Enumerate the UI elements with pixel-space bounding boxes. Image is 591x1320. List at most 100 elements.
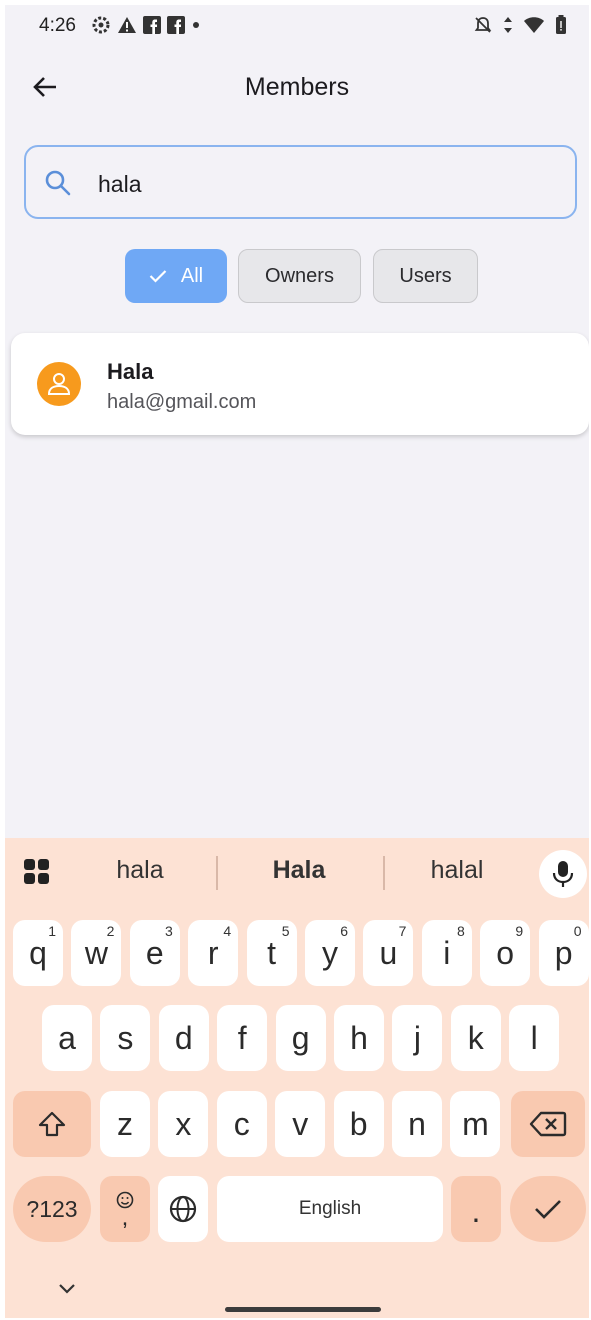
key-n[interactable]: n (392, 1091, 442, 1157)
emoji-comma-key[interactable]: , (100, 1176, 150, 1242)
symbols-key[interactable]: ?123 (13, 1176, 91, 1242)
person-icon (47, 373, 71, 395)
key-s[interactable]: s (100, 1005, 151, 1071)
key-l[interactable]: l (509, 1005, 560, 1071)
space-key[interactable]: English (217, 1176, 443, 1242)
key-o[interactable]: o9 (480, 920, 531, 986)
status-time: 4:26 (39, 15, 76, 36)
page-title: Members (244, 73, 350, 101)
key-c[interactable]: c (216, 1091, 267, 1157)
wifi-icon (524, 17, 544, 33)
key-hint-number: 8 (457, 923, 465, 939)
app-bar: Members (5, 55, 589, 119)
filter-chips: All Owners Users (5, 249, 589, 305)
key-letter: r (207, 934, 219, 971)
comma-label: , (121, 1204, 129, 1231)
key-t[interactable]: t5 (246, 920, 297, 986)
chip-label: All (180, 264, 204, 287)
key-a[interactable]: a (42, 1005, 92, 1071)
chip-owners[interactable]: Owners (238, 249, 361, 303)
enter-key[interactable] (510, 1176, 586, 1242)
warning-icon (118, 17, 136, 33)
key-d[interactable]: d (158, 1005, 209, 1071)
facebook-icon (167, 16, 185, 34)
key-letter: o (496, 934, 515, 971)
shift-icon (38, 1111, 66, 1137)
key-j[interactable]: j (392, 1005, 443, 1071)
key-letter: u (379, 934, 398, 971)
key-hint-number: 6 (340, 923, 348, 939)
member-name: Hala (107, 359, 154, 384)
globe-icon (169, 1195, 197, 1223)
key-x[interactable]: x (158, 1091, 209, 1157)
suggestion-2[interactable]: Hala (224, 856, 374, 885)
key-hint-number: 2 (106, 923, 115, 939)
key-u[interactable]: u7 (363, 920, 414, 986)
backspace-icon (529, 1111, 567, 1137)
key-m[interactable]: m (450, 1091, 501, 1157)
key-v[interactable]: v (275, 1091, 326, 1157)
key-e[interactable]: e3 (129, 920, 180, 986)
search-icon (45, 170, 71, 196)
key-letter: p (554, 934, 573, 971)
key-q[interactable]: q1 (13, 920, 63, 986)
key-hint-number: 3 (165, 923, 173, 939)
key-g[interactable]: g (275, 1005, 326, 1071)
key-hint-number: 9 (515, 923, 524, 939)
data-arrows-icon (504, 17, 512, 33)
facebook-icon (143, 16, 161, 34)
key-hint-number: 4 (223, 923, 232, 939)
chip-all[interactable]: All (125, 249, 227, 303)
key-hint-number: 0 (573, 923, 582, 939)
key-b[interactable]: b (333, 1091, 384, 1157)
soft-keyboard: hala Hala halal q1w2e3r4t5y6u7i8o9p0 asd… (5, 838, 589, 1318)
chip-label: Owners (265, 264, 334, 287)
suggestion-1[interactable]: hala (65, 856, 215, 885)
key-letter: y (322, 934, 338, 971)
key-hint-number: 5 (281, 923, 290, 939)
status-bar: 4:26 (5, 5, 589, 47)
search-input[interactable] (96, 165, 540, 203)
key-y[interactable]: y6 (305, 920, 355, 986)
avatar (37, 362, 81, 406)
period-key[interactable]: . (451, 1176, 501, 1242)
gesture-nav-handle[interactable] (225, 1307, 381, 1312)
key-k[interactable]: k (450, 1005, 501, 1071)
search-field[interactable] (24, 145, 577, 219)
key-letter: e (145, 934, 164, 971)
check-icon (149, 270, 167, 283)
microphone-icon (552, 861, 574, 887)
key-letter: t (267, 934, 277, 971)
key-r[interactable]: r4 (188, 920, 239, 986)
key-letter: i (443, 934, 451, 971)
chip-users[interactable]: Users (373, 249, 478, 303)
suggestion-bar: hala Hala halal (5, 838, 589, 904)
checkmark-icon (535, 1200, 561, 1219)
language-key[interactable] (158, 1176, 208, 1242)
notifications-off-icon (474, 17, 492, 33)
battery-icon (556, 15, 566, 34)
chevron-down-icon[interactable] (57, 1282, 77, 1296)
shift-key[interactable] (13, 1091, 91, 1157)
suggestion-divider (216, 856, 218, 890)
key-hint-number: 1 (48, 923, 56, 939)
key-p[interactable]: p0 (538, 920, 589, 986)
settings-gear-icon (92, 16, 110, 34)
apps-grid-icon[interactable] (23, 858, 51, 886)
notification-dot-icon (193, 22, 199, 28)
key-hint-number: 7 (398, 923, 407, 939)
key-f[interactable]: f (217, 1005, 268, 1071)
key-z[interactable]: z (100, 1091, 150, 1157)
key-letter: w (84, 934, 108, 971)
mic-button[interactable] (539, 850, 587, 898)
suggestion-3[interactable]: halal (382, 856, 532, 885)
key-w[interactable]: w2 (71, 920, 122, 986)
key-letter: q (29, 934, 47, 971)
chip-label: Users (399, 264, 452, 287)
key-i[interactable]: i8 (421, 920, 472, 986)
member-list-item[interactable]: Hala hala@gmail.com (11, 333, 589, 435)
member-email: hala@gmail.com (107, 391, 257, 413)
members-screen: 4:26 Members hala All Owners Users Hala … (5, 5, 589, 1318)
backspace-key[interactable] (511, 1091, 585, 1157)
key-h[interactable]: h (334, 1005, 384, 1071)
